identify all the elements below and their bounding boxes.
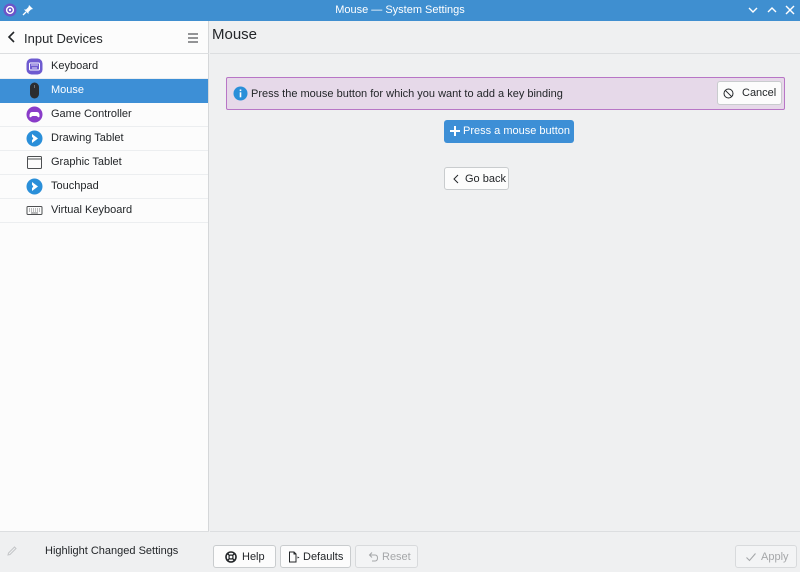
hamburger-menu-icon[interactable] xyxy=(186,31,200,45)
sidebar-item-keyboard[interactable]: Keyboard xyxy=(0,55,208,79)
sidebar-item-touchpad[interactable]: Touchpad xyxy=(0,175,208,199)
cancel-label: Cancel xyxy=(742,87,777,99)
sidebar-header: Input Devices xyxy=(0,21,209,54)
banner-message: Press the mouse button for which you wan… xyxy=(251,88,563,100)
game-controller-icon xyxy=(26,106,43,123)
sidebar: Input Devices Keyboard Mouse Game Contro… xyxy=(0,21,209,572)
drawing-tablet-icon xyxy=(26,130,43,147)
defaults-label: Defaults xyxy=(303,551,344,563)
header-divider xyxy=(210,53,800,54)
press-mouse-button[interactable]: Press a mouse button xyxy=(444,120,574,143)
title-bar: Mouse — System Settings xyxy=(0,0,800,21)
apply-button[interactable]: Apply xyxy=(735,545,797,568)
cancel-button[interactable]: Cancel xyxy=(717,81,782,105)
sidebar-item-mouse[interactable]: Mouse xyxy=(0,79,208,103)
undo-icon xyxy=(368,552,379,562)
keyboard-icon xyxy=(26,58,43,75)
sidebar-item-label: Virtual Keyboard xyxy=(51,204,133,216)
sidebar-title: Input Devices xyxy=(24,31,103,46)
pencil-icon xyxy=(7,546,17,556)
sidebar-item-virtual-keyboard[interactable]: Virtual Keyboard xyxy=(0,199,208,223)
sidebar-item-drawing-tablet[interactable]: Drawing Tablet xyxy=(0,127,208,151)
plus-icon xyxy=(450,126,460,136)
cancel-icon xyxy=(723,88,734,99)
reset-button[interactable]: Reset xyxy=(355,545,418,568)
help-button[interactable]: Help xyxy=(213,545,276,568)
sidebar-item-label: Graphic Tablet xyxy=(51,156,122,168)
footer-divider xyxy=(210,531,800,532)
close-button[interactable] xyxy=(782,2,798,18)
nav-list: Keyboard Mouse Game Controller Drawing T… xyxy=(0,55,208,223)
apply-label: Apply xyxy=(761,551,789,563)
info-banner: Press the mouse button for which you wan… xyxy=(226,77,785,110)
sidebar-item-graphic-tablet[interactable]: Graphic Tablet xyxy=(0,151,208,175)
sidebar-item-label: Game Controller xyxy=(51,108,132,120)
mouse-icon xyxy=(30,82,39,99)
go-back-label: Go back xyxy=(465,173,506,185)
sidebar-item-label: Drawing Tablet xyxy=(51,132,124,144)
document-defaults-icon xyxy=(289,551,300,563)
go-back-button[interactable]: Go back xyxy=(444,167,509,190)
highlight-changed-settings-toggle[interactable]: Highlight Changed Settings xyxy=(0,531,209,572)
window-title: Mouse — System Settings xyxy=(335,4,465,16)
sidebar-item-label: Touchpad xyxy=(51,180,99,192)
minimize-button[interactable] xyxy=(745,2,761,18)
sidebar-item-label: Keyboard xyxy=(51,60,99,72)
graphic-tablet-icon xyxy=(27,156,42,169)
chevron-left-icon xyxy=(453,174,459,184)
reset-label: Reset xyxy=(382,551,411,563)
press-mouse-button-label: Press a mouse button xyxy=(463,125,571,137)
page-title: Mouse xyxy=(212,26,258,43)
back-arrow-icon[interactable] xyxy=(5,30,19,44)
checkmark-icon xyxy=(746,553,756,562)
help-label: Help xyxy=(242,551,265,563)
main-content: Mouse Press the mouse button for which y… xyxy=(210,21,800,572)
sidebar-item-game-controller[interactable]: Game Controller xyxy=(0,103,208,127)
sidebar-item-label: Mouse xyxy=(51,84,85,96)
defaults-button[interactable]: Defaults xyxy=(280,545,351,568)
touchpad-icon xyxy=(26,178,43,195)
info-icon xyxy=(233,86,248,101)
highlight-changed-settings-label: Highlight Changed Settings xyxy=(45,545,179,557)
help-icon xyxy=(225,551,237,563)
maximize-button[interactable] xyxy=(764,2,780,18)
virtual-keyboard-icon xyxy=(26,206,43,215)
